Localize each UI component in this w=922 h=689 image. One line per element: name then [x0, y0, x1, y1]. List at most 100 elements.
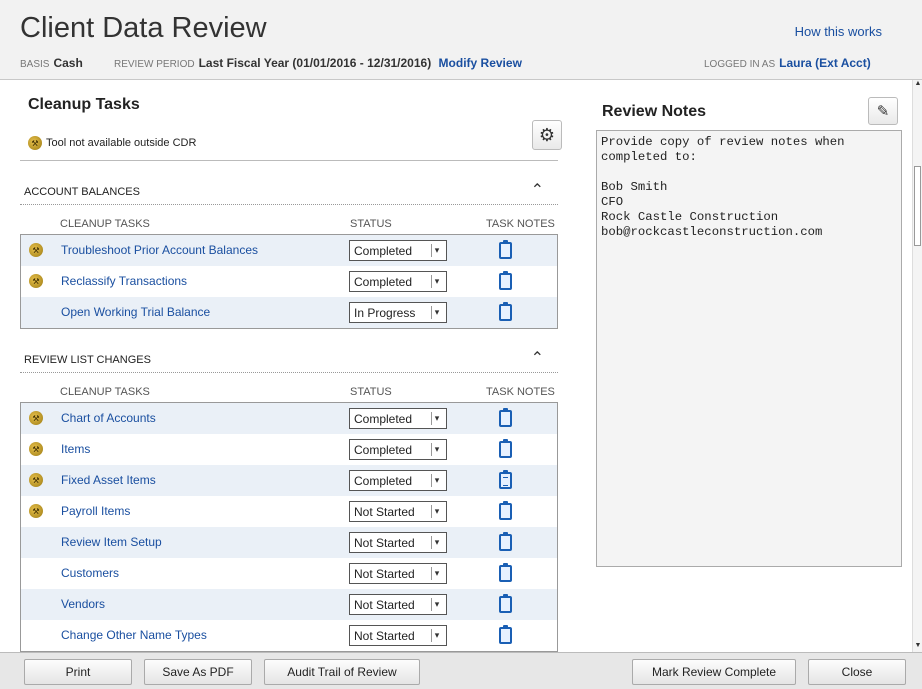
- status-value: Completed: [354, 473, 413, 488]
- status-select[interactable]: Not Started ▾: [349, 625, 447, 646]
- gear-icon: ⚙: [538, 124, 556, 145]
- status-value: Completed: [354, 411, 413, 426]
- tool-icon[interactable]: ⚒: [29, 442, 43, 456]
- pencil-icon: ✎: [876, 103, 890, 120]
- task-link[interactable]: Payroll Items: [61, 504, 130, 518]
- review-period-label: REVIEW PERIOD: [114, 59, 195, 70]
- task-link[interactable]: Open Working Trial Balance: [61, 305, 210, 319]
- review-notes-title: Review Notes: [602, 103, 707, 120]
- clipboard-icon[interactable]: [499, 302, 512, 321]
- logged-in-info: LOGGED IN AS Laura (Ext Acct): [704, 56, 871, 70]
- footer-toolbar: Print Save As PDF Audit Trail of Review …: [0, 652, 922, 689]
- group-header-review-list-changes[interactable]: REVIEW LIST CHANGES ⌃: [20, 346, 558, 372]
- status-select[interactable]: Completed ▾: [349, 408, 447, 429]
- col-cleanup-tasks: CLEANUP TASKS: [60, 218, 150, 230]
- tool-icon[interactable]: ⚒: [29, 274, 43, 288]
- chevron-down-icon: ▾: [431, 629, 442, 642]
- group-title: REVIEW LIST CHANGES: [24, 354, 151, 366]
- chevron-up-icon[interactable]: ⌃: [531, 348, 544, 368]
- chevron-down-icon: ▾: [431, 598, 442, 611]
- clipboard-icon[interactable]: [499, 408, 512, 427]
- clipboard-icon[interactable]: [499, 625, 512, 644]
- save-as-pdf-button[interactable]: Save As PDF: [144, 659, 252, 685]
- clipboard-icon[interactable]: [499, 532, 512, 551]
- clipboard-icon[interactable]: [499, 594, 512, 613]
- task-link[interactable]: Reclassify Transactions: [61, 274, 187, 288]
- task-link[interactable]: Vendors: [61, 597, 105, 611]
- status-select[interactable]: Completed ▾: [349, 240, 447, 261]
- table-row: ⚒ Payroll Items Not Started ▾: [21, 496, 557, 527]
- task-link[interactable]: Chart of Accounts: [61, 411, 156, 425]
- tool-icon[interactable]: ⚒: [29, 243, 43, 257]
- tool-notice: ⚒ Tool not available outside CDR: [28, 136, 196, 150]
- logged-in-user[interactable]: Laura (Ext Acct): [779, 56, 871, 70]
- tool-icon[interactable]: ⚒: [29, 411, 43, 425]
- table-row: ⚒ Reclassify Transactions Completed ▾: [21, 266, 557, 297]
- task-link[interactable]: Fixed Asset Items: [61, 473, 156, 487]
- review-period-info: REVIEW PERIOD Last Fiscal Year (01/01/201…: [114, 56, 522, 70]
- chevron-down-icon: ▾: [431, 474, 442, 487]
- chevron-down-icon: ▾: [431, 412, 442, 425]
- modify-review-link[interactable]: Modify Review: [439, 56, 522, 70]
- review-notes-textarea[interactable]: Provide copy of review notes when comple…: [596, 130, 902, 567]
- task-table-review-list-changes: ⚒ Chart of Accounts Completed ▾ ⚒ Items C…: [20, 402, 558, 652]
- chevron-down-icon: ▾: [431, 306, 442, 319]
- clipboard-icon[interactable]: [499, 271, 512, 290]
- task-link[interactable]: Items: [61, 442, 90, 456]
- col-cleanup-tasks: CLEANUP TASKS: [60, 386, 150, 398]
- how-this-works-link[interactable]: How this works: [795, 24, 882, 39]
- scrollbar[interactable]: ▲ ▼: [912, 80, 922, 652]
- table-row: Open Working Trial Balance In Progress ▾: [21, 297, 557, 328]
- scroll-thumb[interactable]: [914, 166, 921, 246]
- status-value: Completed: [354, 442, 413, 457]
- status-value: In Progress: [354, 305, 416, 320]
- status-select[interactable]: Completed ▾: [349, 439, 447, 460]
- task-link[interactable]: Troubleshoot Prior Account Balances: [61, 243, 258, 257]
- chevron-up-icon[interactable]: ⌃: [531, 180, 544, 200]
- table-row: Change Other Name Types Not Started ▾: [21, 620, 557, 651]
- mark-review-complete-button[interactable]: Mark Review Complete: [632, 659, 796, 685]
- review-period-value: Last Fiscal Year (01/01/2016 - 12/31/201…: [198, 56, 432, 70]
- status-select[interactable]: Not Started ▾: [349, 563, 447, 584]
- audit-trail-button[interactable]: Audit Trail of Review: [264, 659, 420, 685]
- chevron-down-icon: ▾: [431, 567, 442, 580]
- print-button[interactable]: Print: [24, 659, 132, 685]
- table-row: Customers Not Started ▾: [21, 558, 557, 589]
- scroll-down-icon[interactable]: ▼: [913, 642, 922, 652]
- col-status: STATUS: [350, 218, 392, 230]
- table-row: ⚒ Troubleshoot Prior Account Balances Co…: [21, 235, 557, 266]
- gear-button[interactable]: ⚙: [532, 120, 562, 150]
- chevron-down-icon: ▾: [431, 536, 442, 549]
- col-status: STATUS: [350, 386, 392, 398]
- tool-icon[interactable]: ⚒: [29, 473, 43, 487]
- clipboard-icon[interactable]: [499, 501, 512, 520]
- status-select[interactable]: Not Started ▾: [349, 501, 447, 522]
- status-select[interactable]: In Progress ▾: [349, 302, 447, 323]
- page-title: Client Data Review: [20, 12, 267, 44]
- task-link[interactable]: Customers: [61, 566, 119, 580]
- column-headers: CLEANUP TASKS STATUS TASK NOTES: [20, 214, 558, 232]
- status-select[interactable]: Completed ▾: [349, 470, 447, 491]
- divider: [20, 160, 558, 161]
- status-select[interactable]: Completed ▾: [349, 271, 447, 292]
- column-headers: CLEANUP TASKS STATUS TASK NOTES: [20, 382, 558, 400]
- group-header-account-balances[interactable]: ACCOUNT BALANCES ⌃: [20, 178, 558, 204]
- status-value: Not Started: [354, 597, 415, 612]
- task-link[interactable]: Review Item Setup: [61, 535, 162, 549]
- logged-in-label: LOGGED IN AS: [704, 59, 776, 70]
- tool-icon[interactable]: ⚒: [29, 504, 43, 518]
- edit-notes-button[interactable]: ✎: [868, 97, 898, 125]
- table-row: ⚒ Items Completed ▾: [21, 434, 557, 465]
- task-link[interactable]: Change Other Name Types: [61, 628, 207, 642]
- status-select[interactable]: Not Started ▾: [349, 532, 447, 553]
- clipboard-icon[interactable]: [499, 563, 512, 582]
- basis-label: BASIS: [20, 59, 50, 70]
- clipboard-icon[interactable]: [499, 470, 512, 489]
- scroll-up-icon[interactable]: ▲: [913, 80, 922, 90]
- clipboard-icon[interactable]: [499, 240, 512, 259]
- table-row: Review Item Setup Not Started ▾: [21, 527, 557, 558]
- close-button[interactable]: Close: [808, 659, 906, 685]
- clipboard-icon[interactable]: [499, 439, 512, 458]
- col-task-notes: TASK NOTES: [486, 386, 555, 398]
- status-select[interactable]: Not Started ▾: [349, 594, 447, 615]
